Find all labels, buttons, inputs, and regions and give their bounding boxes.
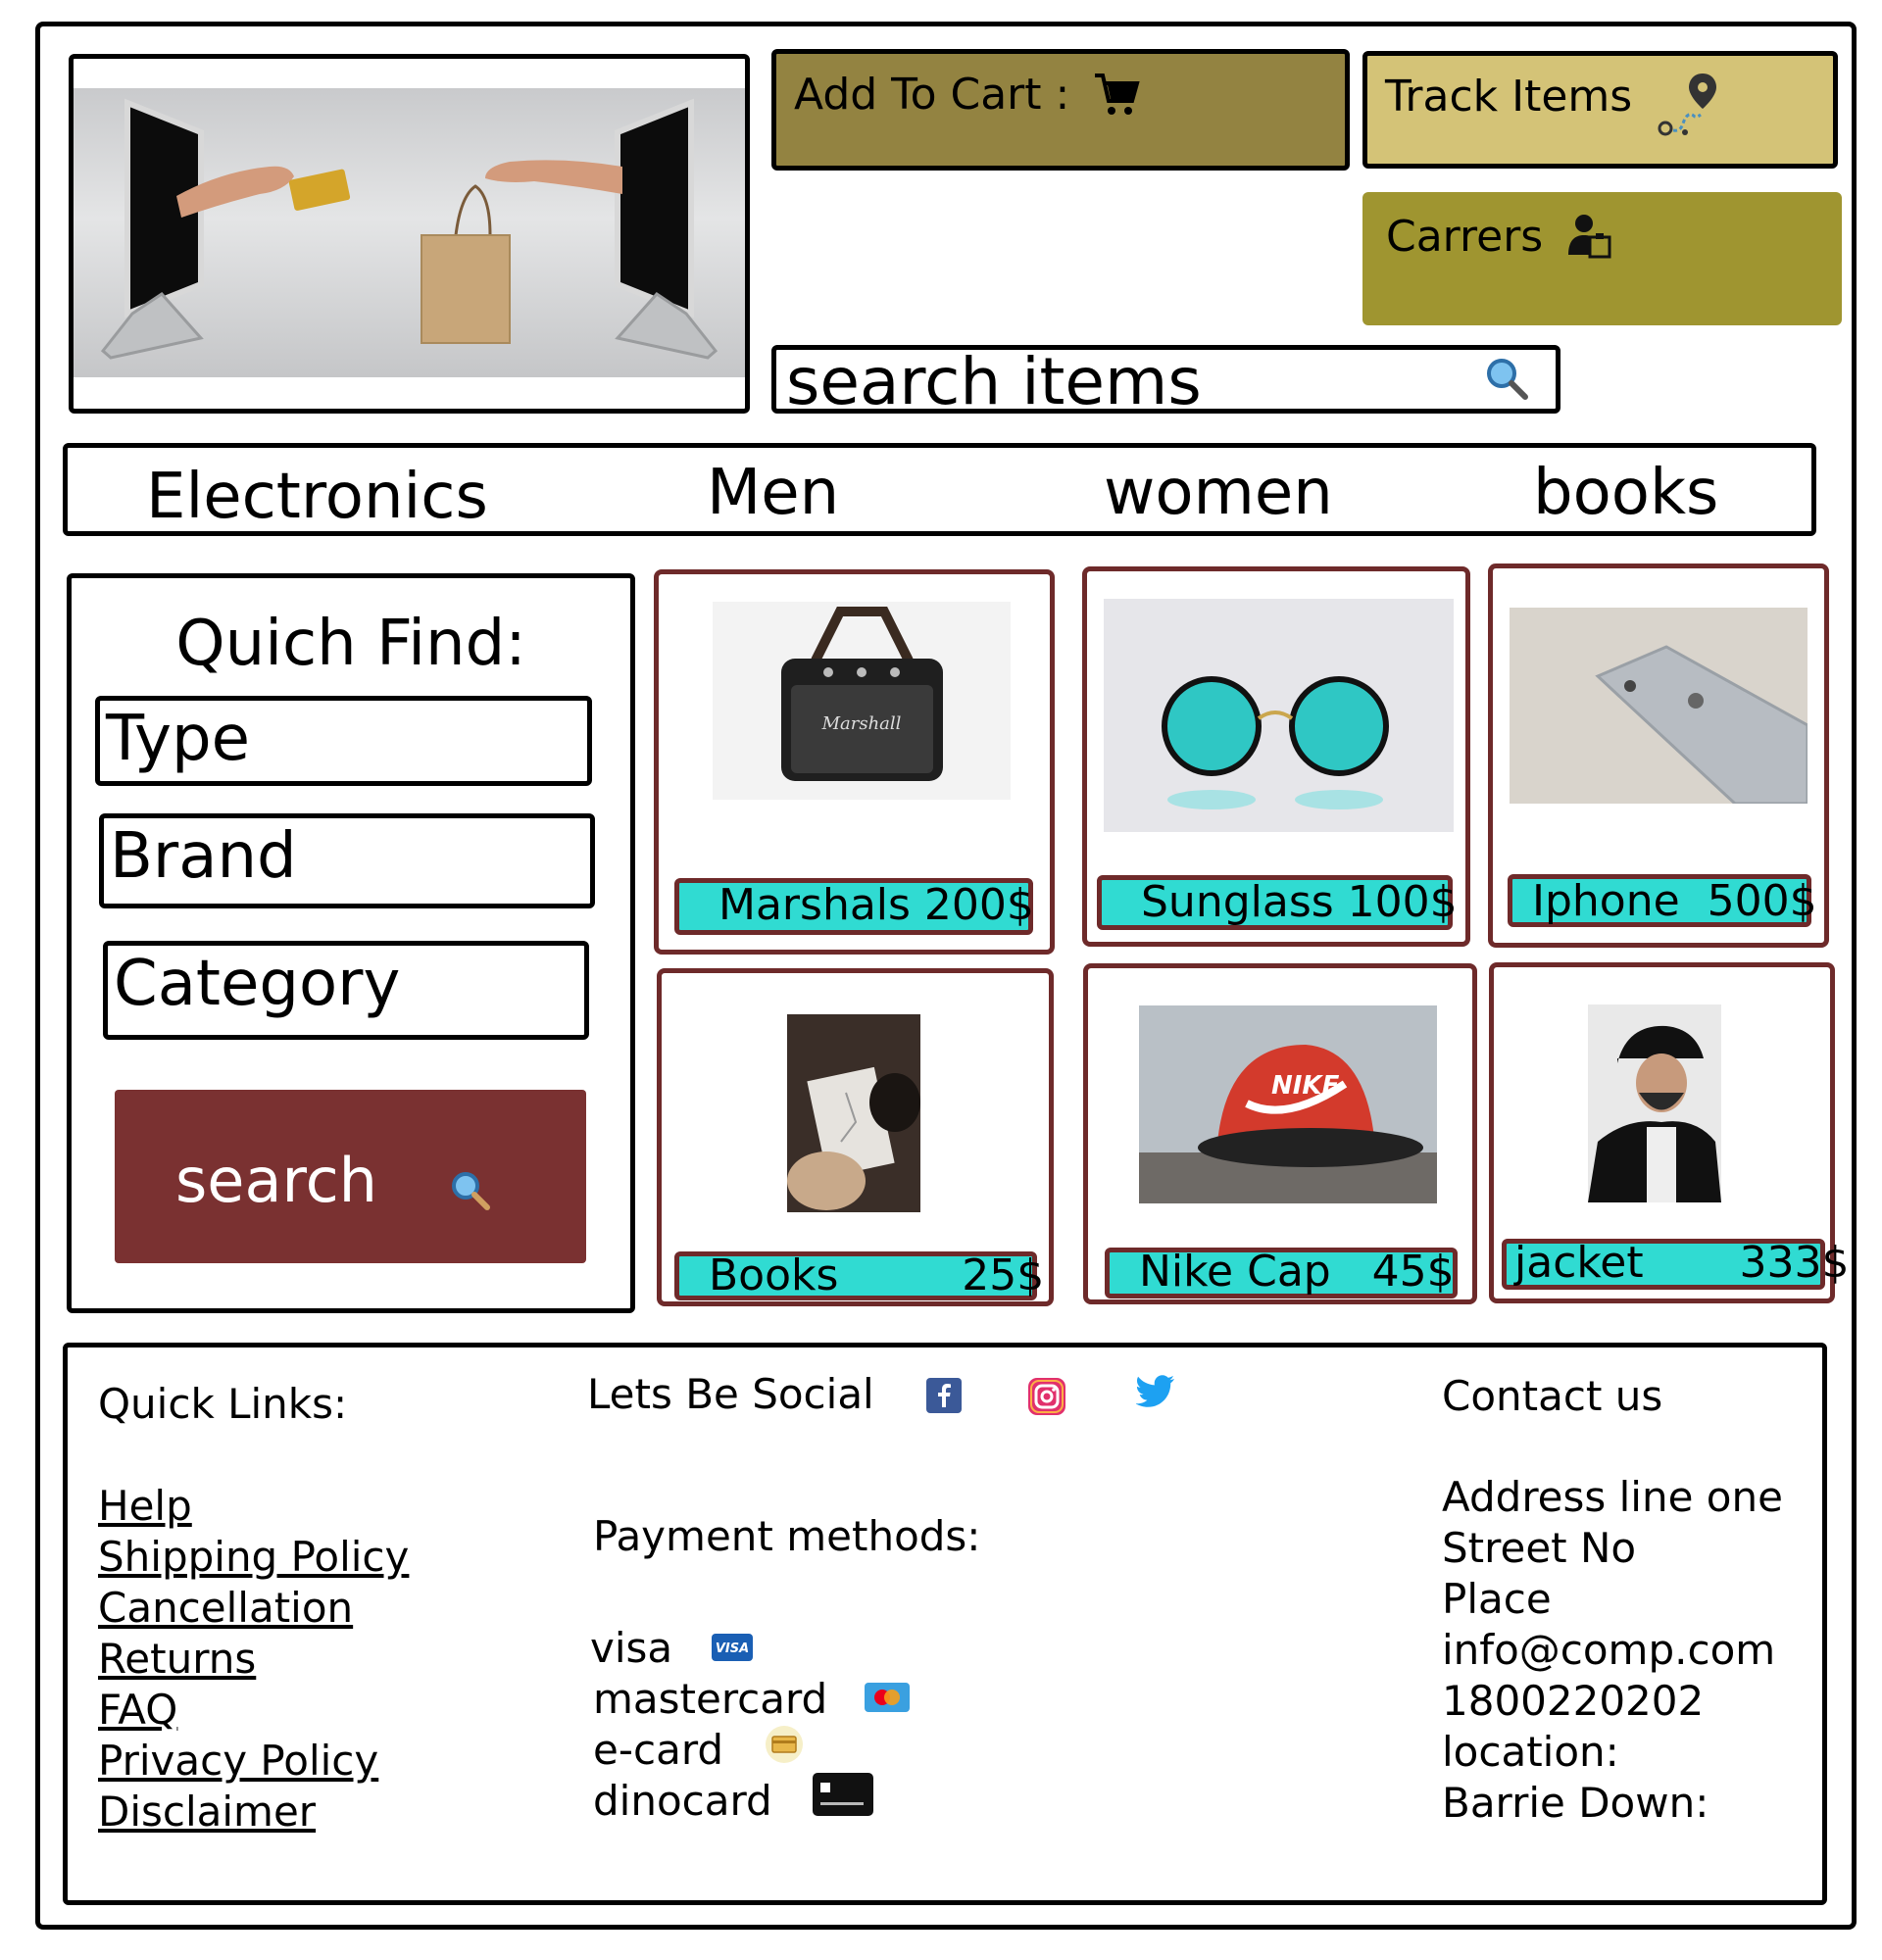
footer-link-help[interactable]: Help <box>98 1481 409 1532</box>
svg-text:Marshall: Marshall <box>821 713 902 734</box>
category-nav: Electronics Men women books <box>63 443 1816 536</box>
add-to-cart-button[interactable]: Add To Cart : <box>771 49 1350 171</box>
product-card[interactable]: Marshall Marshals 200$ <box>654 569 1055 955</box>
payment-e-card: e-card <box>593 1726 724 1774</box>
product-price-tag: Sunglass 100$ <box>1097 875 1458 930</box>
iphone-image <box>1510 608 1808 804</box>
track-items-button[interactable]: Track Items <box>1362 51 1838 169</box>
e-card-icon <box>765 1725 804 1768</box>
location-pin-icon <box>1656 72 1718 151</box>
payment-mastercard: mastercard <box>593 1675 828 1723</box>
contact-place: Place <box>1442 1575 1552 1623</box>
contact-location-label: location: <box>1442 1728 1619 1776</box>
sunglasses-image <box>1104 599 1454 832</box>
footer: Quick Links: Help Shipping Policy Cancel… <box>63 1343 1827 1905</box>
hero-banner-image <box>69 54 750 414</box>
product-card[interactable]: Sunglass 100$ <box>1082 566 1470 947</box>
payment-visa: visa <box>590 1624 673 1672</box>
footer-link-disclaimer[interactable]: Disclaimer <box>98 1787 409 1838</box>
contact-address: Address line one <box>1442 1473 1783 1521</box>
type-field[interactable]: Type <box>95 696 592 786</box>
payment-dinocard: dinocard <box>593 1777 772 1825</box>
track-items-label: Track Items <box>1385 72 1633 122</box>
product-price-tag: Nike Cap 45$ <box>1105 1248 1458 1298</box>
add-to-cart-label: Add To Cart : <box>794 70 1070 120</box>
product-card[interactable]: Iphone 500$ <box>1488 564 1829 948</box>
mastercard-icon <box>865 1683 910 1716</box>
cart-icon <box>1093 70 1140 131</box>
nav-item-men[interactable]: Men <box>707 454 839 532</box>
search-icon[interactable] <box>1484 356 1529 405</box>
jacket-image <box>1588 1004 1721 1202</box>
brand-field[interactable]: Brand <box>99 813 595 908</box>
contact-title: Contact us <box>1442 1372 1663 1420</box>
footer-link-returns[interactable]: Returns <box>98 1634 409 1685</box>
product-card[interactable]: jacket 333$ <box>1489 962 1850 1303</box>
career-user-icon <box>1566 212 1613 271</box>
svg-text:VISA: VISA <box>716 1642 749 1656</box>
search-icon <box>450 1154 491 1226</box>
quick-find-search-button[interactable]: search <box>115 1090 586 1263</box>
category-field[interactable]: Category <box>103 941 589 1040</box>
quick-find-panel: Quich Find: Type Brand Category search <box>67 573 635 1313</box>
careers-button[interactable]: Carrers <box>1362 192 1842 325</box>
nav-item-electronics[interactable]: Electronics <box>146 458 488 536</box>
footer-link-privacy-policy[interactable]: Privacy Policy <box>98 1736 409 1787</box>
quick-links-title: Quick Links: <box>98 1380 348 1428</box>
visa-icon: VISA <box>712 1634 753 1665</box>
product-price-tag: jacket 333$ <box>1502 1239 1850 1290</box>
product-card[interactable]: NIKE Nike Cap 45$ <box>1083 963 1477 1304</box>
facebook-icon[interactable] <box>926 1378 962 1417</box>
quick-find-search-label: search <box>175 1145 377 1216</box>
careers-label: Carrers <box>1386 212 1544 262</box>
search-items-placeholder: search items <box>786 344 1202 419</box>
product-price-tag: Books 25$ <box>674 1251 1044 1300</box>
instagram-icon[interactable] <box>1028 1378 1065 1419</box>
nav-item-women[interactable]: women <box>1104 454 1333 532</box>
payment-title: Payment methods: <box>593 1512 981 1560</box>
contact-email[interactable]: info@comp.com <box>1442 1625 1783 1676</box>
social-title: Lets Be Social <box>587 1370 874 1418</box>
dinocard-icon <box>813 1773 873 1820</box>
footer-link-shipping-policy[interactable]: Shipping Policy <box>98 1532 409 1583</box>
book-image <box>787 1014 920 1212</box>
search-items-input[interactable]: search items <box>771 344 1560 419</box>
footer-link-faq[interactable]: FAQ <box>98 1685 409 1736</box>
contact-street: Street No <box>1442 1524 1637 1572</box>
speaker-image: Marshall <box>713 602 1011 800</box>
nav-item-books[interactable]: books <box>1533 454 1718 532</box>
svg-text:NIKE: NIKE <box>1271 1071 1340 1101</box>
nike-cap-image: NIKE <box>1139 1005 1437 1203</box>
product-price-tag: Marshals 200$ <box>674 878 1034 935</box>
contact-location-value: Barrie Down: <box>1442 1779 1709 1827</box>
twitter-icon[interactable] <box>1135 1375 1175 1412</box>
contact-phone[interactable]: 1800220202 <box>1442 1676 1783 1727</box>
quick-find-title: Quich Find: <box>175 608 526 680</box>
product-price-tag: Iphone 500$ <box>1508 874 1817 927</box>
footer-link-cancellation[interactable]: Cancellation <box>98 1583 409 1634</box>
product-card[interactable]: Books 25$ <box>657 968 1054 1306</box>
